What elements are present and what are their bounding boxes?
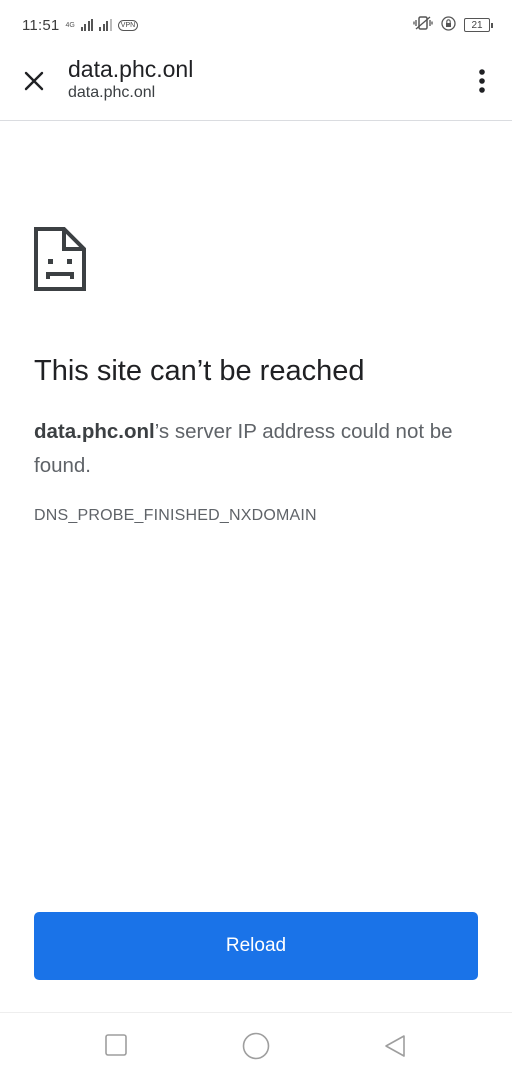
battery-icon: 21 xyxy=(464,18,493,32)
signal-strength-2-icon xyxy=(99,19,112,31)
error-message: data.phc.onl’s server IP address could n… xyxy=(34,415,484,483)
status-right: 21 xyxy=(413,15,493,35)
reload-button[interactable]: Reload xyxy=(34,912,478,980)
back-button[interactable] xyxy=(382,1033,408,1064)
vpn-icon: VPN xyxy=(117,19,139,31)
status-bar: 11:51 4G VPN 21 xyxy=(0,0,512,50)
back-triangle-icon xyxy=(385,1035,405,1057)
home-button[interactable] xyxy=(241,1031,271,1066)
lock-icon xyxy=(441,15,456,35)
error-code: DNS_PROBE_FINISHED_NXDOMAIN xyxy=(34,507,317,524)
more-options-button[interactable] xyxy=(472,66,492,96)
page-url: data.phc.onl xyxy=(68,84,156,101)
close-icon xyxy=(24,71,44,91)
close-button[interactable] xyxy=(20,67,48,95)
system-nav-bar xyxy=(0,1012,512,1080)
more-vert-icon xyxy=(479,69,485,93)
vibrate-icon xyxy=(413,16,433,34)
error-domain: data.phc.onl xyxy=(34,420,155,443)
error-heading: This site can’t be reached xyxy=(34,355,365,387)
recents-button[interactable] xyxy=(104,1033,128,1062)
sad-page-icon xyxy=(34,227,86,291)
recents-square-icon xyxy=(105,1034,127,1056)
network-type-label: 4G xyxy=(65,21,75,29)
status-time: 11:51 xyxy=(22,16,60,34)
page-title: data.phc.onl xyxy=(68,56,194,82)
toolbar-titles: data.phc.onl data.phc.onl xyxy=(68,55,193,103)
home-circle-icon xyxy=(242,1032,270,1060)
custom-tab-toolbar: data.phc.onl data.phc.onl xyxy=(0,50,512,121)
signal-strength-icon xyxy=(80,19,94,31)
status-left: 11:51 4G VPN xyxy=(22,16,139,34)
